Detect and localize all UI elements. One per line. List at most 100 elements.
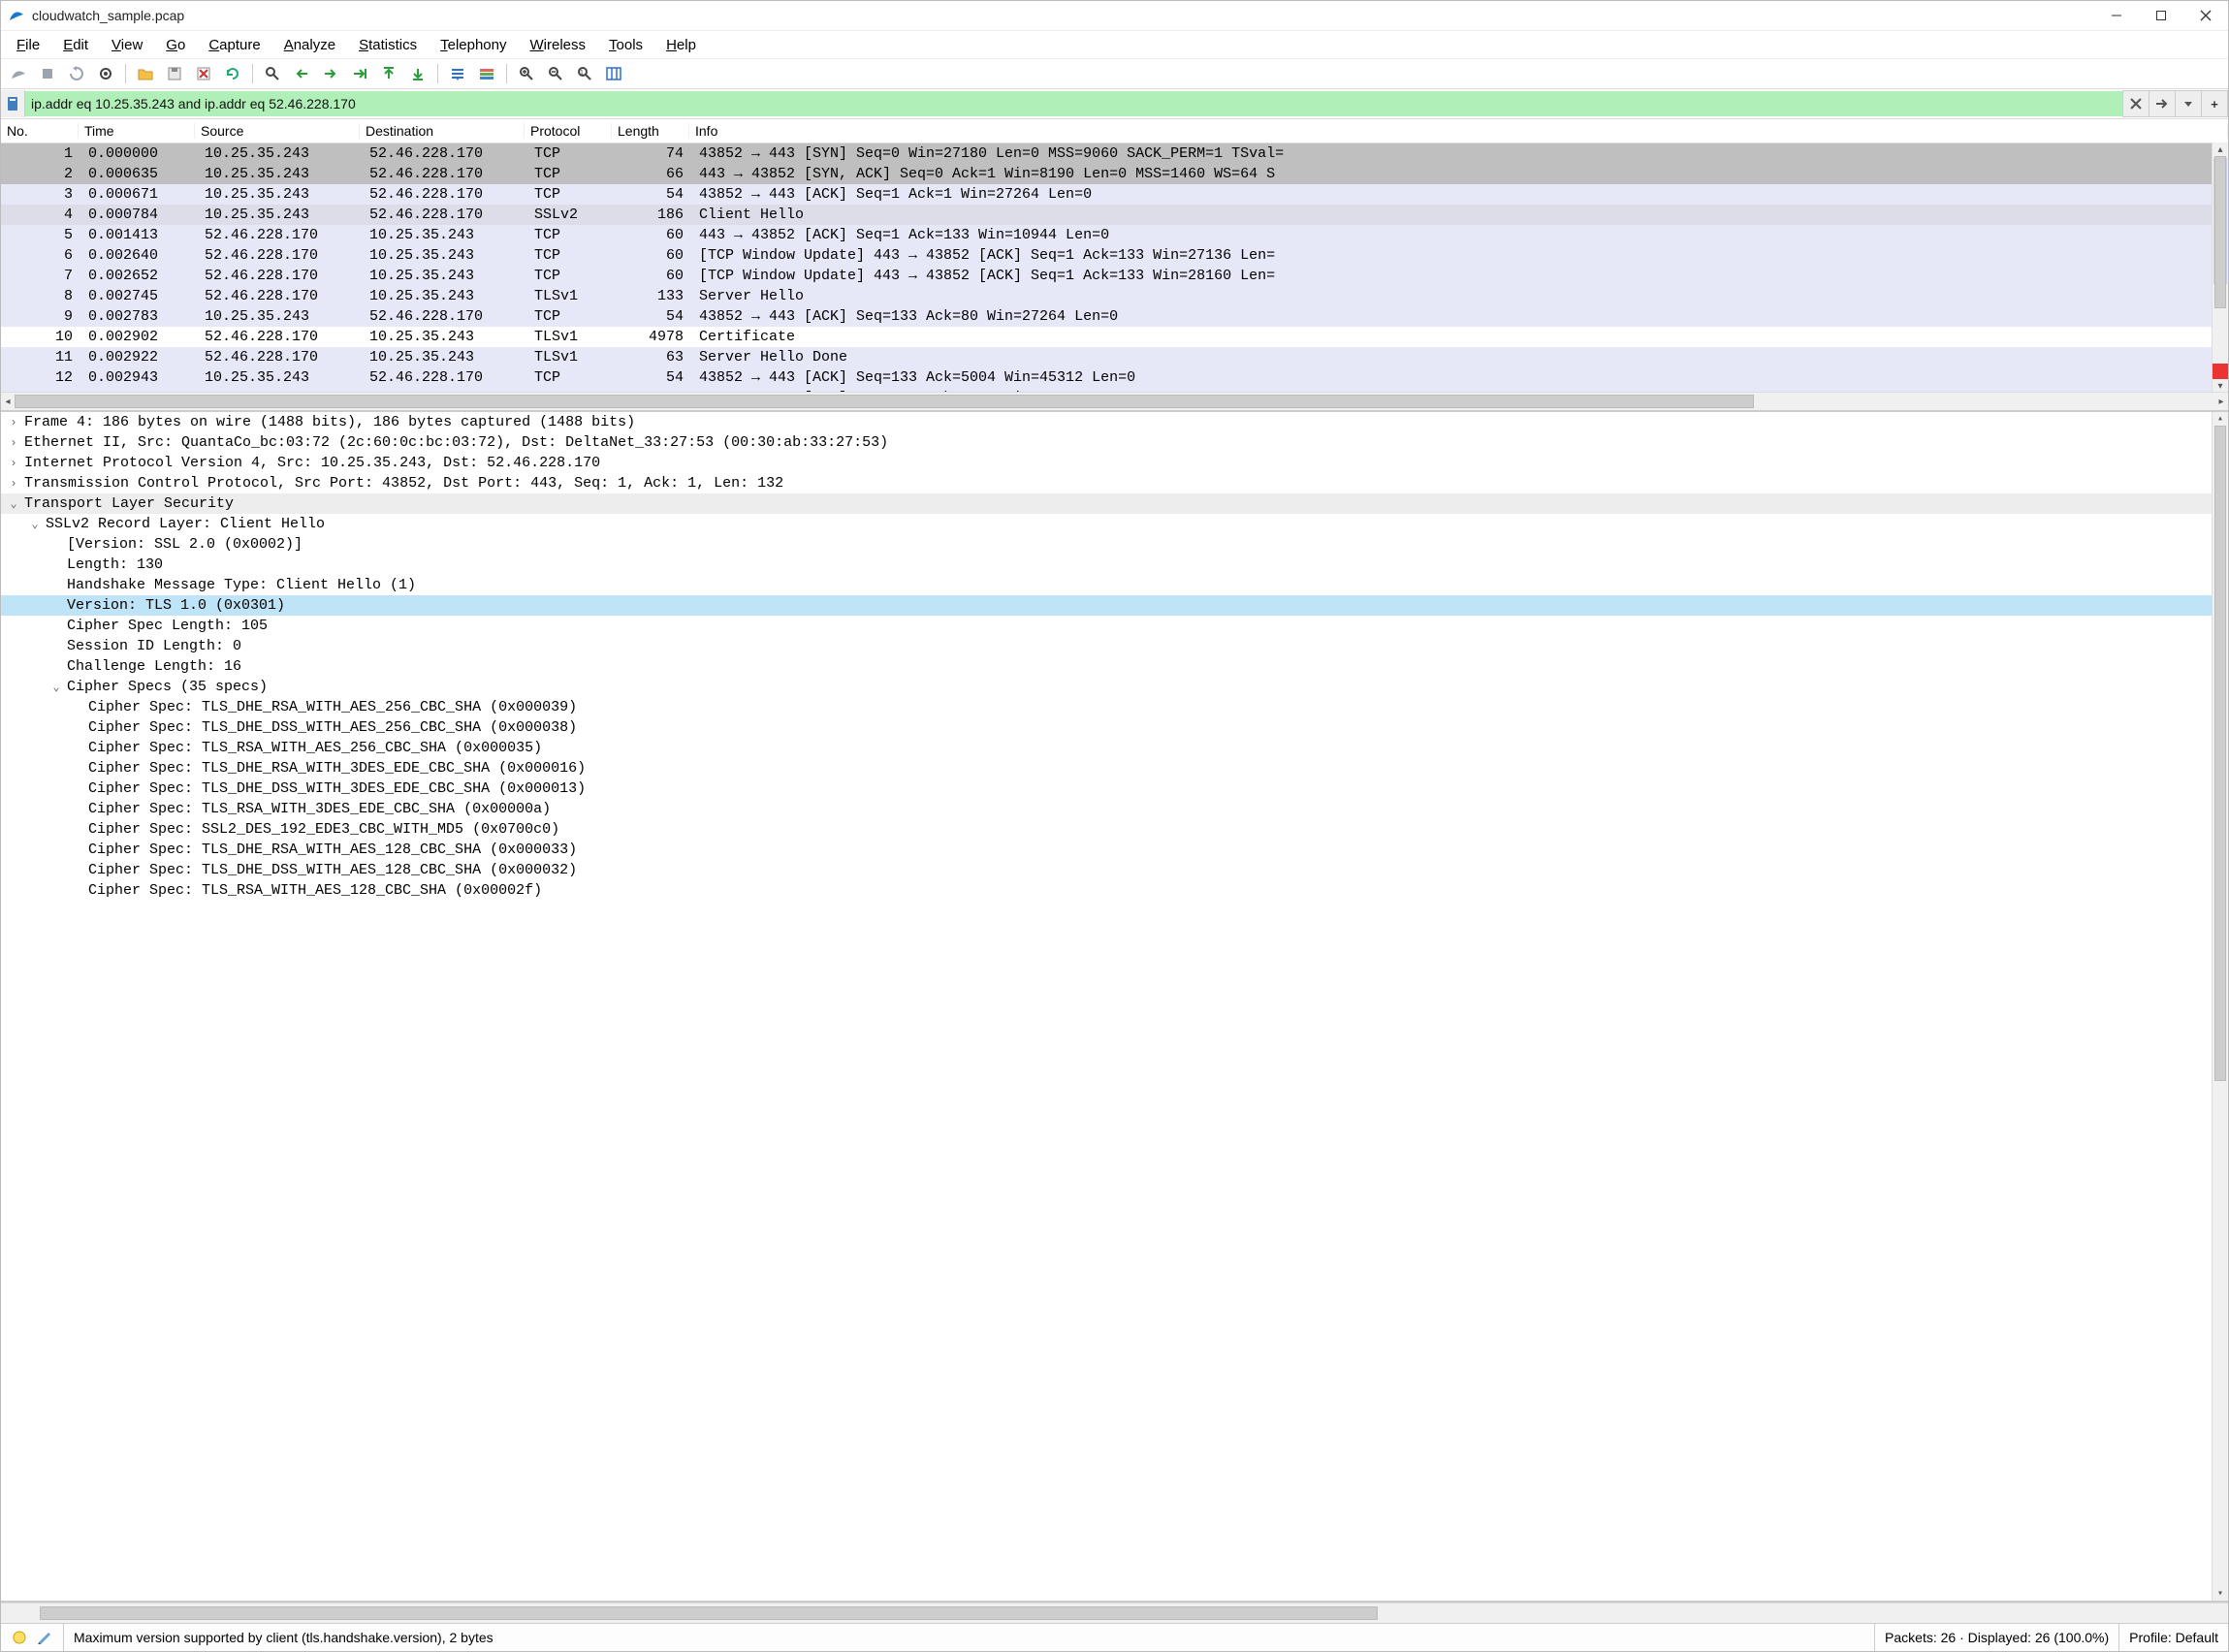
status-profile[interactable]: Profile: Default xyxy=(2119,1624,2228,1651)
packet-row[interactable]: 80.00274552.46.228.17010.25.35.243TLSv11… xyxy=(1,286,2228,306)
scroll-thumb[interactable] xyxy=(2214,156,2226,308)
details-vscrollbar[interactable]: ▴ ▾ xyxy=(2212,412,2228,1601)
zoom-in-icon[interactable] xyxy=(513,61,540,86)
col-header-info[interactable]: Info xyxy=(689,123,2228,139)
col-header-time[interactable]: Time xyxy=(79,123,195,139)
add-filter-button[interactable]: + xyxy=(2201,90,2228,117)
menu-analyze[interactable]: Analyze xyxy=(272,35,347,55)
bytes-pane-hscrollbar[interactable] xyxy=(1,1603,2228,1623)
scroll-down-icon[interactable]: ▾ xyxy=(2213,1587,2228,1601)
packet-row[interactable]: 60.00264052.46.228.17010.25.35.243TCP60[… xyxy=(1,245,2228,266)
menu-help[interactable]: Help xyxy=(654,35,708,55)
packet-row[interactable]: 120.00294310.25.35.24352.46.228.170TCP54… xyxy=(1,367,2228,388)
options-icon[interactable] xyxy=(92,61,119,86)
expander-icon[interactable]: ⌄ xyxy=(49,680,63,694)
packet-row[interactable]: 40.00078410.25.35.24352.46.228.170SSLv21… xyxy=(1,205,2228,225)
col-header-source[interactable]: Source xyxy=(195,123,360,139)
edit-capture-comment-icon[interactable] xyxy=(36,1629,53,1646)
scroll-thumb[interactable] xyxy=(2214,426,2226,1081)
stop-icon[interactable] xyxy=(34,61,61,86)
colorize-icon[interactable] xyxy=(473,61,500,86)
next-icon[interactable] xyxy=(317,61,344,86)
col-header-no[interactable]: No. xyxy=(1,123,79,139)
detail-line[interactable]: Cipher Spec: TLS_RSA_WITH_AES_128_CBC_SH… xyxy=(1,880,2228,901)
detail-line[interactable]: Cipher Spec: TLS_DHE_RSA_WITH_3DES_EDE_C… xyxy=(1,758,2228,778)
packet-list-vscrollbar[interactable]: ▴ ▾ xyxy=(2212,143,2228,393)
detail-line[interactable]: Challenge Length: 16 xyxy=(1,656,2228,677)
filter-history-dropdown[interactable] xyxy=(2175,90,2202,117)
packet-row[interactable]: 90.00278310.25.35.24352.46.228.170TCP544… xyxy=(1,306,2228,327)
autoscroll-icon[interactable] xyxy=(444,61,471,86)
expander-icon[interactable]: ⌄ xyxy=(28,517,42,531)
zoom-out-icon[interactable] xyxy=(542,61,569,86)
col-header-length[interactable]: Length xyxy=(612,123,689,139)
open-file-icon[interactable] xyxy=(132,61,159,86)
menu-statistics[interactable]: Statistics xyxy=(347,35,429,55)
scroll-up-icon[interactable]: ▴ xyxy=(2213,143,2228,156)
detail-line[interactable]: Version: TLS 1.0 (0x0301) xyxy=(1,595,2228,616)
packet-row[interactable]: 30.00067110.25.35.24352.46.228.170TCP544… xyxy=(1,184,2228,205)
apply-filter-button[interactable] xyxy=(2149,90,2176,117)
menu-view[interactable]: View xyxy=(100,35,154,55)
detail-line[interactable]: Cipher Spec: TLS_DHE_DSS_WITH_3DES_EDE_C… xyxy=(1,778,2228,799)
detail-line[interactable]: Cipher Spec: SSL2_DES_192_EDE3_CBC_WITH_… xyxy=(1,819,2228,840)
minimize-button[interactable] xyxy=(2094,1,2139,30)
detail-line[interactable]: Cipher Spec: TLS_RSA_WITH_3DES_EDE_CBC_S… xyxy=(1,799,2228,819)
detail-line[interactable]: Cipher Spec: TLS_DHE_DSS_WITH_AES_256_CB… xyxy=(1,717,2228,738)
resize-cols-icon[interactable] xyxy=(600,61,627,86)
first-icon[interactable] xyxy=(375,61,402,86)
close-file-icon[interactable] xyxy=(190,61,217,86)
display-filter-input[interactable] xyxy=(25,91,2123,116)
prev-icon[interactable] xyxy=(288,61,315,86)
detail-line[interactable]: Cipher Spec: TLS_DHE_RSA_WITH_AES_256_CB… xyxy=(1,697,2228,717)
col-header-protocol[interactable]: Protocol xyxy=(525,123,612,139)
menu-file[interactable]: File xyxy=(5,35,51,55)
packet-row[interactable]: 20.00063510.25.35.24352.46.228.170TCP664… xyxy=(1,164,2228,184)
detail-line[interactable]: ⌄SSLv2 Record Layer: Client Hello xyxy=(1,514,2228,534)
detail-line[interactable]: Session ID Length: 0 xyxy=(1,636,2228,656)
menu-edit[interactable]: Edit xyxy=(51,35,100,55)
expander-icon[interactable]: › xyxy=(7,436,20,450)
close-button[interactable] xyxy=(2183,1,2228,30)
save-file-icon[interactable] xyxy=(161,61,188,86)
expander-icon[interactable]: › xyxy=(7,416,20,429)
menu-capture[interactable]: Capture xyxy=(197,35,271,55)
packet-details-pane[interactable]: ›Frame 4: 186 bytes on wire (1488 bits),… xyxy=(1,412,2228,1603)
hscroll-thumb[interactable] xyxy=(15,395,1754,408)
packet-row[interactable]: 110.00292252.46.228.17010.25.35.243TLSv1… xyxy=(1,347,2228,367)
menu-tools[interactable]: Tools xyxy=(597,35,654,55)
detail-line[interactable]: ⌄Transport Layer Security xyxy=(1,493,2228,514)
clear-filter-button[interactable] xyxy=(2122,90,2149,117)
expander-icon[interactable]: › xyxy=(7,457,20,470)
last-icon[interactable] xyxy=(404,61,431,86)
menu-go[interactable]: Go xyxy=(154,35,197,55)
detail-line[interactable]: ›Transmission Control Protocol, Src Port… xyxy=(1,473,2228,493)
detail-line[interactable]: ›Internet Protocol Version 4, Src: 10.25… xyxy=(1,453,2228,473)
menu-telephony[interactable]: Telephony xyxy=(429,35,518,55)
packet-row[interactable]: 10.00000010.25.35.24352.46.228.170TCP744… xyxy=(1,143,2228,164)
detail-line[interactable]: Handshake Message Type: Client Hello (1) xyxy=(1,575,2228,595)
detail-line[interactable]: [Version: SSL 2.0 (0x0002)] xyxy=(1,534,2228,555)
find-icon[interactable] xyxy=(259,61,286,86)
detail-line[interactable]: Cipher Spec: TLS_DHE_DSS_WITH_AES_128_CB… xyxy=(1,860,2228,880)
maximize-button[interactable] xyxy=(2139,1,2183,30)
expert-info-icon[interactable] xyxy=(11,1629,28,1646)
detail-line[interactable]: Cipher Spec: TLS_RSA_WITH_AES_256_CBC_SH… xyxy=(1,738,2228,758)
zoom-reset-icon[interactable]: 1 xyxy=(571,61,598,86)
col-header-dest[interactable]: Destination xyxy=(360,123,525,139)
reload-icon[interactable] xyxy=(219,61,246,86)
bookmark-filter-icon[interactable] xyxy=(1,90,25,117)
shark-fin-icon[interactable] xyxy=(5,61,32,86)
packet-row[interactable]: 50.00141352.46.228.17010.25.35.243TCP604… xyxy=(1,225,2228,245)
hscroll-thumb[interactable] xyxy=(40,1606,1378,1620)
packet-list-body[interactable]: 10.00000010.25.35.24352.46.228.170TCP744… xyxy=(1,143,2228,392)
detail-line[interactable]: ⌄Cipher Specs (35 specs) xyxy=(1,677,2228,697)
detail-line[interactable]: ›Frame 4: 186 bytes on wire (1488 bits),… xyxy=(1,412,2228,432)
detail-line[interactable]: Length: 130 xyxy=(1,555,2228,575)
scroll-left-icon[interactable]: ◂ xyxy=(1,393,15,410)
scroll-right-icon[interactable]: ▸ xyxy=(2214,393,2228,410)
packet-list-header[interactable]: No. Time Source Destination Protocol Len… xyxy=(1,119,2228,143)
detail-line[interactable]: Cipher Spec Length: 105 xyxy=(1,616,2228,636)
packet-row[interactable]: 70.00265252.46.228.17010.25.35.243TCP60[… xyxy=(1,266,2228,286)
packet-list-hscrollbar[interactable]: ◂ ▸ xyxy=(1,392,2228,410)
